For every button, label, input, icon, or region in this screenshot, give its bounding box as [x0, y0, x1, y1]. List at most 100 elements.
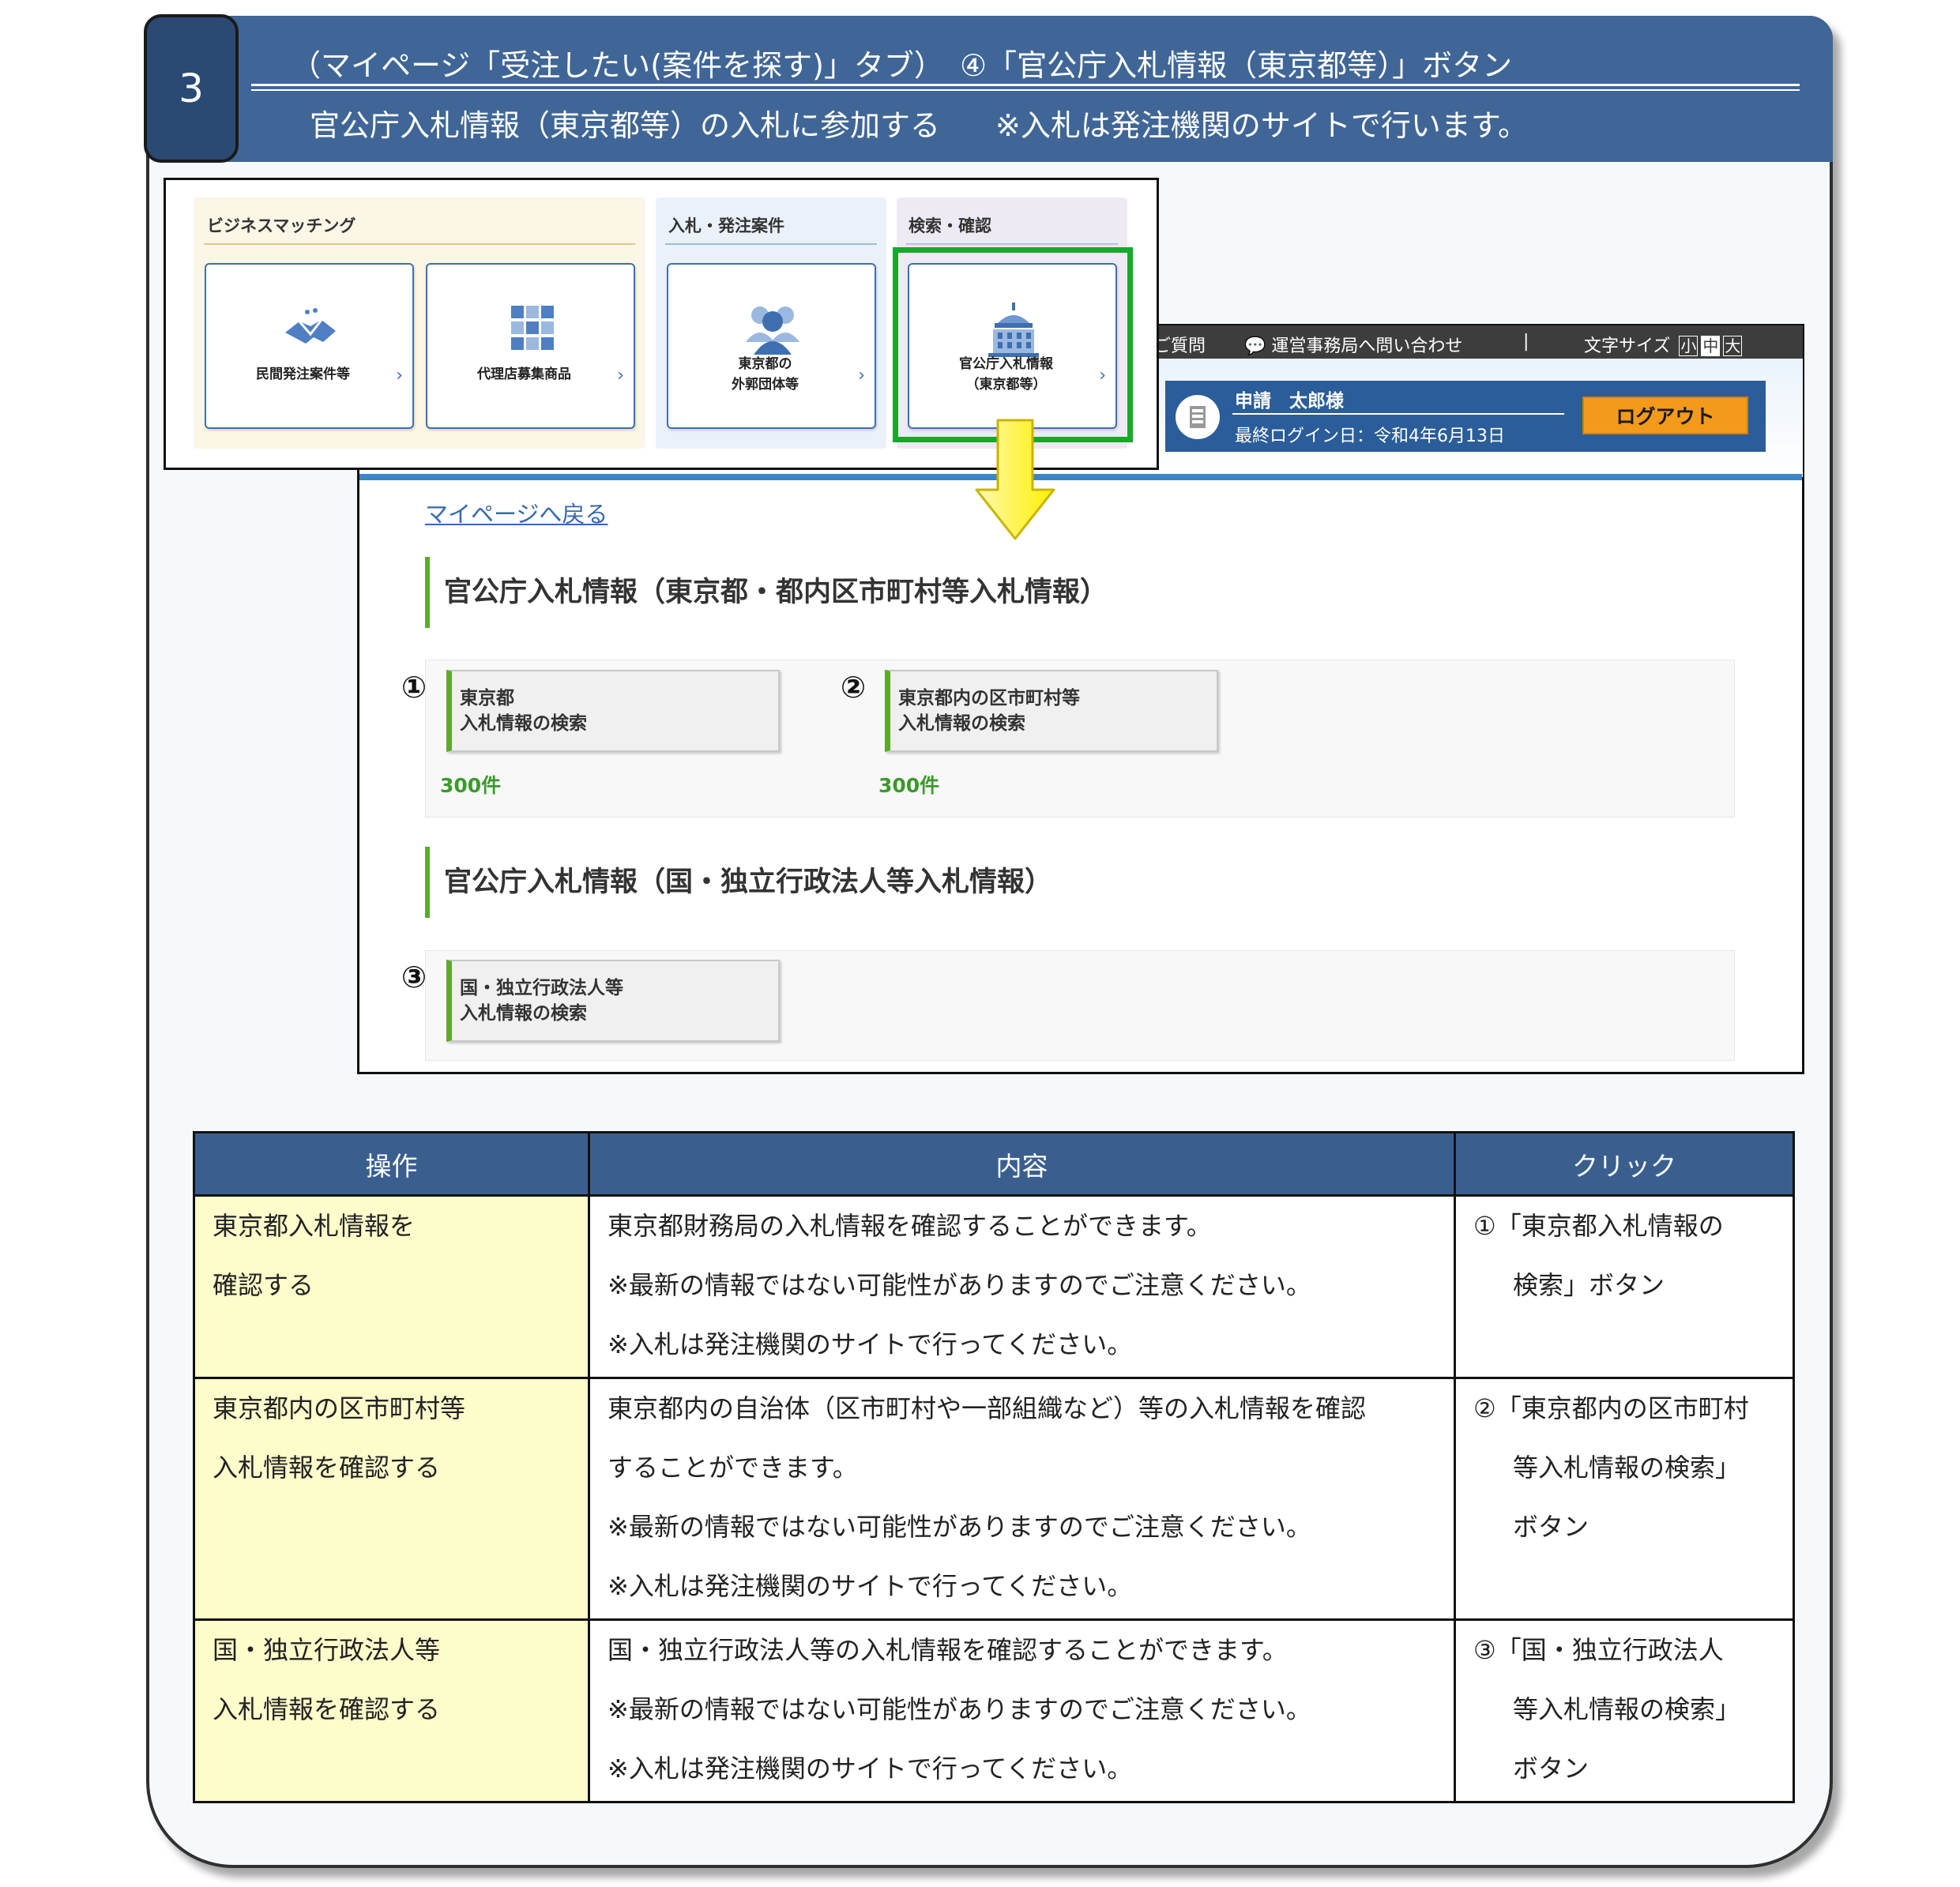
municipal-result-count: 300件 [878, 774, 940, 797]
cell-line: 入札情報を確認する [213, 1453, 441, 1483]
handshake-icon [285, 308, 336, 344]
operation-cell: 東京都内の区市町村等 入札情報を確認する [193, 1377, 590, 1621]
card-label: 代理店募集商品 [477, 366, 571, 382]
button-label-line1: 東京都内の区市町村等 [898, 688, 1080, 709]
cell-line: ※最新の情報ではない可能性がありますのでご注意ください。 [608, 1693, 1311, 1724]
contact-link[interactable]: 💬 運営事務局へ問い合わせ [1244, 332, 1462, 357]
last-login-date: 最終ログイン日：令和4年6月13日 [1235, 427, 1505, 446]
cell-line: することができます。 [608, 1453, 858, 1483]
header-divider-thin [251, 89, 1800, 91]
header-button-name: ④「官公庁入札情報（東京都等）」ボタン [960, 48, 1513, 83]
card-label-line1: 東京都の [738, 356, 792, 372]
back-to-mypage-link[interactable]: マイページへ戻る [425, 496, 608, 529]
header-divider [251, 84, 1800, 86]
utility-separator: | [1523, 332, 1529, 351]
card-label-line2: 外郭団体等 [732, 377, 799, 393]
operation-cell: 東京都入札情報を 確認する [193, 1193, 590, 1380]
cell-line: ※入札は発注機関のサイトで行ってください。 [608, 1329, 1133, 1359]
step-number: 3 [144, 14, 239, 163]
grid-icon [511, 306, 554, 350]
column-header-operation: 操作 [193, 1131, 590, 1197]
cell-line: ※最新の情報ではない可能性がありますのでご注意ください。 [608, 1512, 1311, 1543]
cell-line: 等入札情報の検索」 [1513, 1453, 1741, 1483]
section-title-tokyo: 官公庁入札情報（東京都・都内区市町村等入札情報） [425, 557, 1108, 628]
button-label-line2: 入札情報の検索 [898, 713, 1025, 734]
table-row: 東京都内の区市町村等 入札情報を確認する 東京都内の自治体（区市町村や一部組織な… [193, 1377, 1795, 1621]
cell-line: 東京都内の区市町村等 [213, 1393, 466, 1424]
cell-line: 東京都内の自治体（区市町村や一部組織など）等の入札情報を確認 [608, 1393, 1367, 1424]
group-divider [204, 243, 635, 245]
click-cell: ①「東京都入札情報の 検索」ボタン [1454, 1193, 1795, 1380]
cell-line: ①「東京都入札情報の [1473, 1211, 1724, 1241]
header-note: ※入札は発注機関のサイトで行います。 [995, 108, 1529, 143]
content-cell: 東京都財務局の入札情報を確認することができます。 ※最新の情報ではない可能性があ… [588, 1193, 1456, 1380]
user-divider [1232, 413, 1564, 415]
chat-bubble-icon: 💬 [1244, 336, 1266, 356]
utility-bar: ご質問 💬 運営事務局へ問い合わせ | 文字サイズ 小中大 [1153, 325, 1803, 359]
cell-line: 等入札情報の検索」 [1513, 1693, 1741, 1724]
marker-three: ③ [401, 960, 427, 994]
municipal-bid-search-button[interactable]: 東京都内の区市町村等 入札情報の検索 [885, 670, 1218, 752]
logout-button[interactable]: ログアウト [1582, 397, 1748, 434]
building-avatar-icon [1176, 395, 1220, 439]
header-tab-path: （マイページ「受注したい(案件を探す)」タブ） [291, 48, 944, 83]
people-icon [746, 306, 799, 355]
down-arrow-icon [975, 419, 1055, 540]
group-divider [906, 243, 1118, 245]
cell-line: ※最新の情報ではない可能性がありますのでご注意ください。 [608, 1270, 1311, 1300]
button-label-line1: 国・独立行政法人等 [460, 978, 623, 998]
font-size-small-button[interactable]: 小 [1679, 336, 1699, 356]
cell-line: 入札情報を確認する [213, 1693, 441, 1724]
table-row: 国・独立行政法人等 入札情報を確認する 国・独立行政法人等の入札情報を確認するこ… [193, 1618, 1795, 1804]
cell-line: 東京都入札情報を [213, 1211, 416, 1241]
content-cell: 東京都内の自治体（区市町村や一部組織など）等の入札情報を確認 することができます… [588, 1377, 1456, 1621]
national-bid-search-button[interactable]: 国・独立行政法人等 入札情報の検索 [446, 960, 780, 1042]
tokyo-result-count: 300件 [440, 774, 502, 797]
tokyo-external-orgs-card[interactable]: 東京都の 外郭団体等 › [667, 263, 876, 429]
operation-table: 操作 内容 クリック 東京都入札情報を 確認する 東京都財務局の入札情報を確認す… [193, 1131, 1795, 1804]
table-row: 東京都入札情報を 確認する 東京都財務局の入札情報を確認することができます。 ※… [193, 1193, 1795, 1380]
highlight-frame [893, 247, 1133, 442]
chevron-right-icon: › [858, 366, 865, 385]
column-header-click: クリック [1454, 1131, 1795, 1197]
cell-line: ※入札は発注機関のサイトで行ってください。 [608, 1571, 1133, 1602]
cell-line: 東京都財務局の入札情報を確認することができます。 [608, 1211, 1212, 1241]
faq-link[interactable]: ご質問 [1153, 332, 1206, 357]
chevron-right-icon: › [617, 366, 624, 385]
card-label: 東京都の 外郭団体等 [668, 354, 862, 395]
agency-products-card[interactable]: 代理店募集商品 › [426, 263, 635, 429]
cell-line: ボタン [1513, 1753, 1589, 1784]
tokyo-bid-search-button[interactable]: 東京都 入札情報の検索 [446, 670, 780, 752]
button-label-line1: 東京都 [460, 688, 514, 709]
cell-line: ※入札は発注機関のサイトで行ってください。 [608, 1753, 1133, 1784]
button-label-line2: 入札情報の検索 [460, 1003, 587, 1024]
cell-line: ボタン [1513, 1512, 1589, 1543]
private-orders-card[interactable]: 民間発注案件等 › [205, 263, 414, 429]
header-title: 官公庁入札情報（東京都等）の入札に参加する [310, 108, 941, 143]
chevron-right-icon: › [396, 366, 403, 385]
bids-label: 入札・発注案件 [668, 216, 784, 235]
font-size-label: 文字サイズ [1584, 336, 1671, 356]
cell-line: ②「東京都内の区市町村 [1473, 1393, 1749, 1424]
cell-line: 国・独立行政法人等の入札情報を確認することができます。 [608, 1634, 1288, 1665]
user-name: 申請 太郎様 [1235, 391, 1344, 412]
group-divider [665, 243, 877, 245]
cell-line: 国・独立行政法人等 [213, 1634, 441, 1665]
font-size-large-button[interactable]: 大 [1723, 336, 1743, 356]
marker-two: ② [841, 670, 867, 705]
cell-line: 確認する [213, 1270, 314, 1300]
search-label: 検索・確認 [909, 216, 991, 235]
content-cell: 国・独立行政法人等の入札情報を確認することができます。 ※最新の情報ではない可能… [588, 1618, 1456, 1804]
button-label-line2: 入札情報の検索 [460, 713, 587, 734]
cell-line: 検索」ボタン [1513, 1270, 1665, 1300]
column-header-content: 内容 [588, 1131, 1456, 1197]
font-size-medium-button[interactable]: 中 [1701, 336, 1721, 356]
section-title-national: 官公庁入札情報（国・独立行政法人等入札情報） [425, 847, 1052, 918]
operation-cell: 国・独立行政法人等 入札情報を確認する [193, 1618, 590, 1804]
contact-label: 運営事務局へ問い合わせ [1271, 336, 1463, 356]
click-cell: ②「東京都内の区市町村 等入札情報の検索」 ボタン [1454, 1377, 1795, 1621]
header-rule [359, 474, 1802, 480]
click-cell: ③「国・独立行政法人 等入札情報の検索」 ボタン [1454, 1618, 1795, 1804]
business-matching-label: ビジネスマッチング [207, 216, 356, 235]
marker-one: ① [401, 670, 427, 705]
